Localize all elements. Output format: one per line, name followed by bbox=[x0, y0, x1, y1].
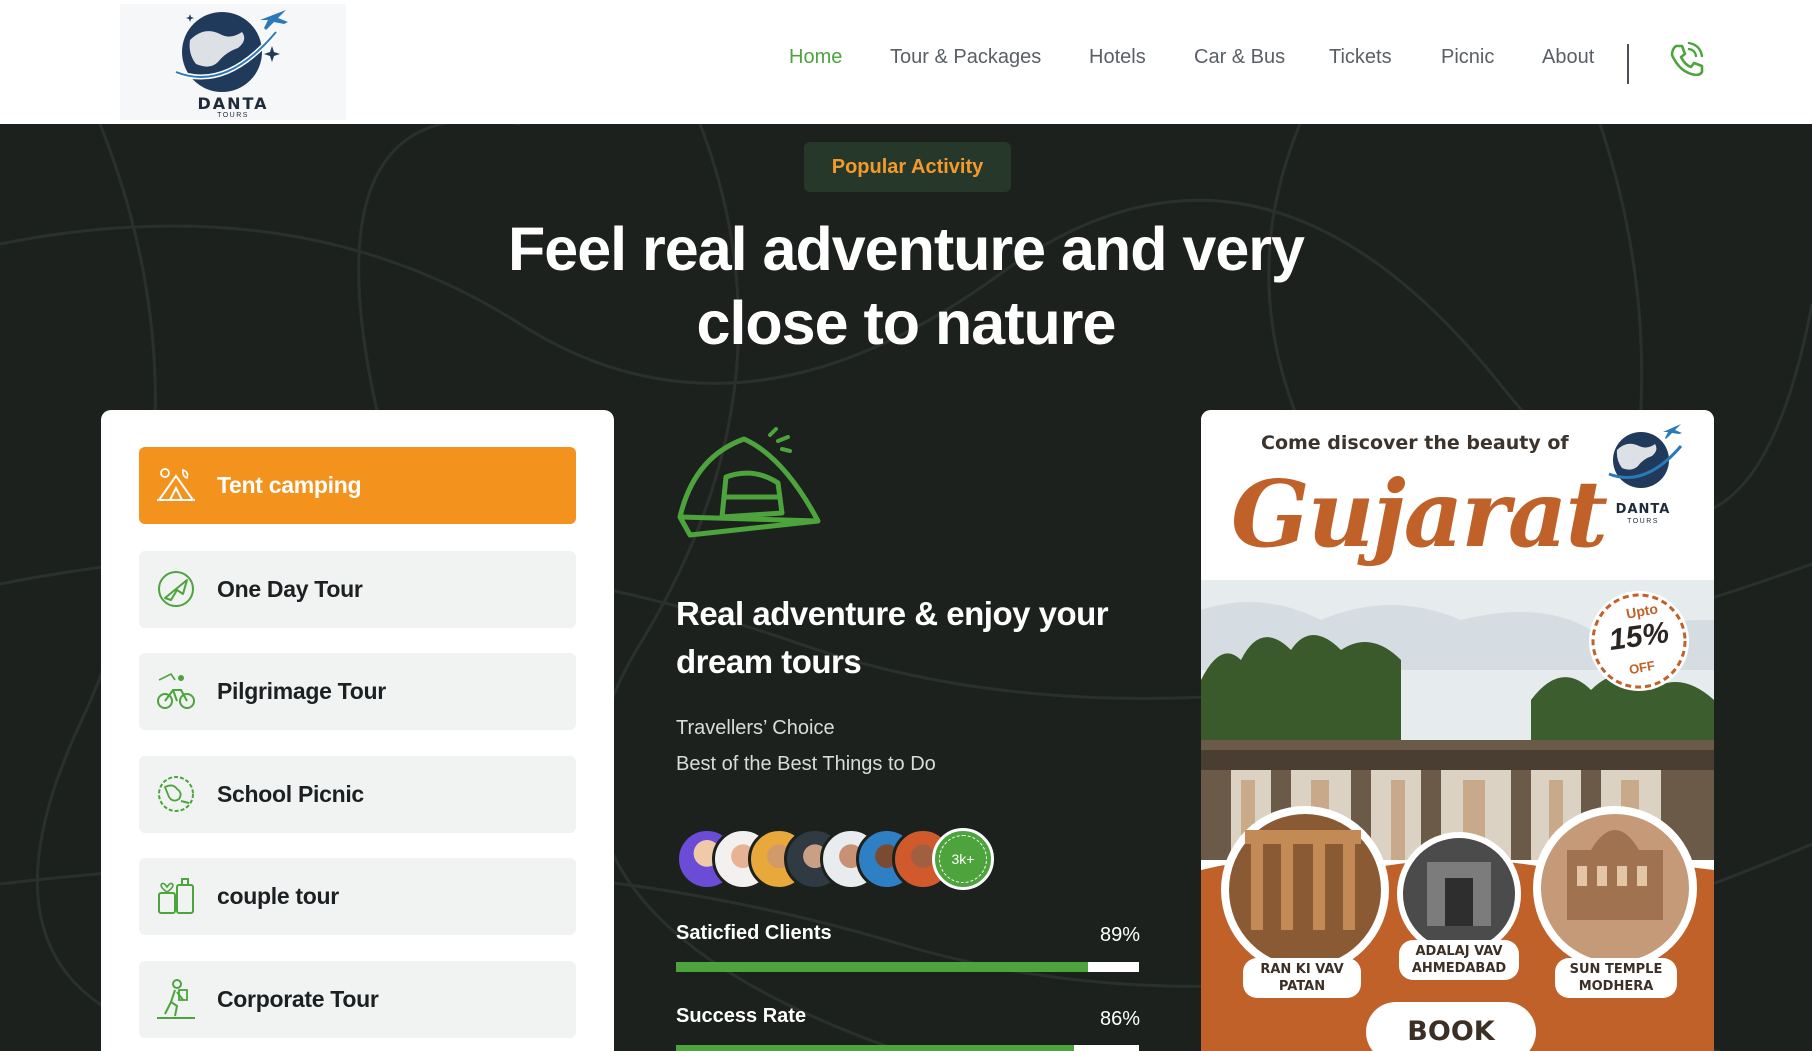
place-line-1: SUN TEMPLE bbox=[1569, 962, 1663, 977]
poster-tagline: Come discover the beauty of bbox=[1261, 432, 1569, 454]
progress-fill-clients bbox=[676, 962, 1089, 972]
place-line-1: ADALAJ VAV bbox=[1415, 944, 1503, 959]
stat-value-clients: 89% bbox=[1099, 924, 1140, 946]
hiker-icon bbox=[157, 979, 195, 1019]
activity-label: One Day Tour bbox=[217, 576, 363, 602]
cyclist-icon bbox=[157, 672, 195, 709]
customer-avatars: 3k+ bbox=[676, 828, 996, 890]
activity-list-card: Tent camping One Day Tour Pilgrimage Tou… bbox=[101, 410, 614, 1051]
progress-fill-success bbox=[676, 1045, 1075, 1051]
book-now-button[interactable]: BOOK NOW bbox=[1366, 1002, 1536, 1051]
poster-brand-name: DANTA bbox=[1615, 502, 1671, 517]
feature-line-2: Best of the Best Things to Do bbox=[676, 753, 936, 775]
nav-about[interactable]: About bbox=[1542, 46, 1594, 69]
compass-plane-icon bbox=[158, 571, 194, 607]
feature-title: Real adventure & enjoy your dream tours bbox=[676, 590, 1146, 686]
activity-label: Pilgrimage Tour bbox=[217, 678, 386, 704]
activity-tab-one-day-tour[interactable]: One Day Tour bbox=[139, 551, 576, 628]
brand-logo[interactable]: DANTA TOURS bbox=[120, 4, 346, 120]
phone-icon[interactable] bbox=[1668, 40, 1704, 81]
activity-tab-school-picnic[interactable]: School Picnic bbox=[139, 756, 576, 833]
place-line-1: RAN KI VAV bbox=[1260, 962, 1344, 977]
stat-value-success: 86% bbox=[1099, 1008, 1140, 1030]
feature-title-line-2: dream tours bbox=[676, 643, 862, 680]
nav-picnic[interactable]: Picnic bbox=[1441, 46, 1494, 69]
hero-headline: Feel real adventure and very close to na… bbox=[406, 212, 1406, 360]
site-header: DANTA TOURS Home Tour & Packages Hotels … bbox=[0, 0, 1812, 124]
globe-plane-logo-icon bbox=[175, 10, 288, 92]
nav-tour-packages[interactable]: Tour & Packages bbox=[890, 46, 1041, 69]
popular-activity-badge: Popular Activity bbox=[804, 142, 1011, 192]
brand-sub: TOURS bbox=[217, 112, 249, 119]
stat-label-success: Success Rate bbox=[676, 1005, 807, 1027]
activity-label: Tent camping bbox=[217, 472, 362, 498]
activity-tab-tent-camping[interactable]: Tent camping bbox=[139, 447, 576, 524]
place-line-2: AHMEDABAD bbox=[1411, 961, 1507, 976]
poster-title: Gujarat bbox=[1231, 460, 1608, 568]
activity-label: couple tour bbox=[217, 883, 339, 909]
nav-divider bbox=[1627, 44, 1629, 84]
place-line-2: MODHERA bbox=[1578, 979, 1654, 994]
brand-name: DANTA bbox=[197, 94, 269, 113]
place-label-sun-temple: SUN TEMPLE MODHERA bbox=[1555, 958, 1677, 998]
luggage-icon bbox=[158, 878, 194, 914]
activity-tab-corporate-tour[interactable]: Corporate Tour bbox=[139, 961, 576, 1038]
gujarat-promo-poster[interactable]: Come discover the beauty of Gujarat DANT… bbox=[1201, 410, 1714, 1051]
progress-bar-success bbox=[676, 1045, 1139, 1051]
globe-icon bbox=[158, 776, 194, 812]
tent-icon bbox=[157, 468, 195, 501]
nav-hotels[interactable]: Hotels bbox=[1089, 46, 1146, 69]
progress-bar-clients bbox=[676, 962, 1139, 972]
headline-line-1: Feel real adventure and very bbox=[508, 215, 1305, 283]
nav-home[interactable]: Home bbox=[789, 46, 842, 69]
avatar-count-badge: 3k+ bbox=[932, 828, 994, 890]
stat-label-clients: Saticfied Clients bbox=[676, 922, 832, 944]
feature-line-1: Travellers’ Choice bbox=[676, 717, 835, 739]
activity-tab-couple-tour[interactable]: couple tour bbox=[139, 858, 576, 935]
place-label-adalaj-vav: ADALAJ VAV AHMEDABAD bbox=[1399, 940, 1519, 980]
activity-label: Corporate Tour bbox=[217, 986, 379, 1012]
activity-label: School Picnic bbox=[217, 781, 364, 807]
place-label-ran-ki-vav: RAN KI VAV PATAN bbox=[1243, 958, 1361, 998]
feature-title-line-1: Real adventure & enjoy your bbox=[676, 595, 1109, 632]
nav-car-bus[interactable]: Car & Bus bbox=[1194, 46, 1285, 69]
tent-outline-icon bbox=[677, 427, 821, 538]
activity-tab-pilgrimage-tour[interactable]: Pilgrimage Tour bbox=[139, 653, 576, 730]
place-line-2: PATAN bbox=[1278, 979, 1326, 994]
headline-line-2: close to nature bbox=[696, 289, 1117, 357]
nav-tickets[interactable]: Tickets bbox=[1329, 46, 1392, 69]
poster-brand-sub: TOURS bbox=[1627, 518, 1659, 525]
